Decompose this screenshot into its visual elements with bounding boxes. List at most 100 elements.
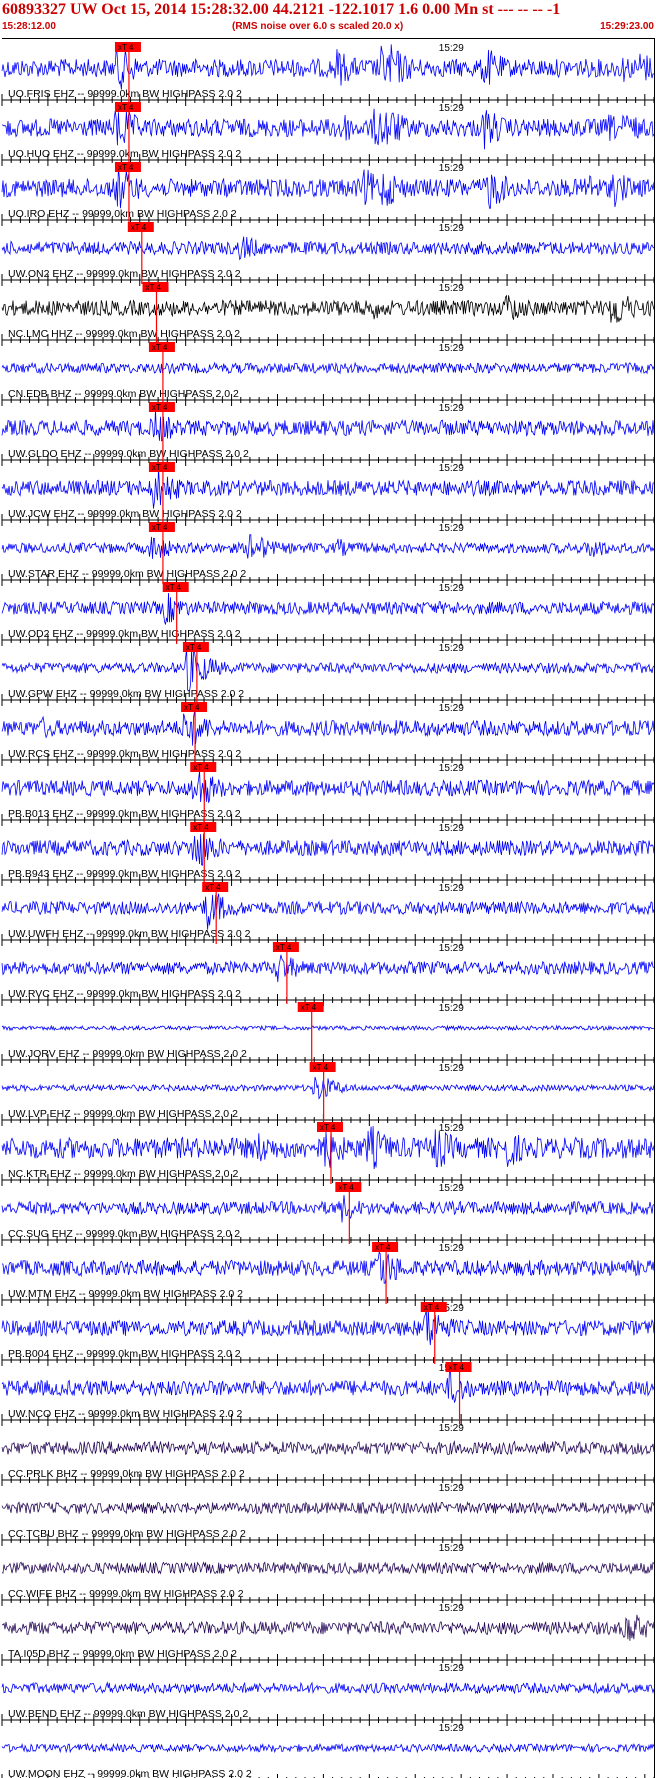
pick-label: xT 4 — [152, 463, 168, 472]
minute-label: 15:29 — [439, 463, 464, 474]
station-label: PB.B004 EHZ -- 99999.0km BW HIGHPASS 2.0… — [8, 1348, 241, 1360]
pick-label: xT 4 — [152, 343, 168, 352]
minute-label: 15:29 — [439, 1483, 464, 1494]
minute-label: 15:29 — [439, 1423, 464, 1434]
noise-note: (RMS noise over 6.0 s scaled 20.0 x) — [232, 21, 404, 32]
waveform-trace — [1, 833, 655, 866]
station-label: NC.KTR EHZ -- 99999.0km BW HIGHPASS 2.0 … — [8, 1168, 238, 1180]
pick-label: xT 4 — [184, 703, 200, 712]
minute-label: 15:29 — [439, 1243, 464, 1254]
minute-label: 15:29 — [439, 1063, 464, 1074]
station-label: UW.GLDO EHZ -- 99999.0km BW HIGHPASS 2.0… — [8, 448, 249, 460]
station-label: CN.EDB BHZ -- 99999.0km BW HIGHPASS 2.0 … — [8, 388, 239, 400]
station-label: CC.PRLK BHZ -- 99999.0km BW HIGHPASS 2.0… — [8, 1468, 245, 1480]
waveform-trace — [1, 1742, 655, 1754]
minute-label: 15:29 — [439, 1723, 464, 1734]
waveform-trace — [1, 467, 655, 509]
minute-label: 15:29 — [439, 1663, 464, 1674]
end-time: 15:29:23.00 — [600, 21, 654, 32]
minute-label: 15:29 — [439, 583, 464, 594]
waveform-trace — [1, 409, 655, 442]
station-label: UW.LVP EHZ -- 99999.0km BW HIGHPASS 2.0 … — [8, 1108, 238, 1120]
minute-label: 15:29 — [439, 763, 464, 774]
station-label: UW.RCS EHZ -- 99999.0km BW HIGHPASS 2.0 … — [8, 748, 241, 760]
waveform-trace — [1, 1251, 655, 1284]
pick-label: xT 4 — [193, 763, 209, 772]
station-label: UW.NCO EHZ -- 99999.0km BW HIGHPASS 2.0 … — [8, 1408, 243, 1420]
minute-label: 15:29 — [439, 43, 464, 54]
waveform-trace — [1, 1368, 655, 1404]
waveform-trace — [1, 108, 655, 150]
waveform-trace — [1, 44, 655, 90]
station-label: NC.LMC HHZ -- 99999.0km BW HIGHPASS 2.0 … — [8, 328, 240, 340]
waveform-trace — [1, 1308, 655, 1346]
waveform-trace — [1, 1681, 655, 1695]
waveform-trace — [1, 1195, 655, 1223]
minute-label: 15:29 — [439, 163, 464, 174]
pick-label: xT 4 — [276, 943, 292, 952]
plot-header: 60893327 UW Oct 15, 2014 15:28:32.00 44.… — [0, 0, 656, 40]
station-label: UW.GPW EHZ -- 99999.0km BW HIGHPASS 2.0 … — [8, 688, 244, 700]
waveform-trace — [1, 236, 655, 261]
station-label: UW.JCW EHZ -- 99999.0km BW HIGHPASS 2.0 … — [8, 508, 242, 520]
minute-label: 15:29 — [439, 1603, 464, 1614]
station-label: UO.FRIS EHZ -- 99999.0km BW HIGHPASS 2.0… — [8, 88, 242, 100]
seismogram-plot: 15:29 UO.FRIS EHZ -- 99999.0km BW HIGHPAS… — [1, 38, 655, 1778]
minute-label: 15:29 — [439, 403, 464, 414]
waveform-trace — [1, 954, 655, 983]
waveform-trace — [1, 1440, 655, 1456]
pick-label: xT 4 — [449, 1363, 465, 1372]
minute-label: 15:29 — [439, 283, 464, 294]
pick-label: xT 4 — [152, 523, 168, 532]
minute-label: 15:29 — [439, 643, 464, 654]
station-label: CC.WIFE BHZ -- 99999.0km BW HIGHPASS 2.0… — [8, 1588, 244, 1600]
pick-label: xT 4 — [152, 403, 168, 412]
waveform-trace — [1, 1614, 655, 1641]
event-title: 60893327 UW Oct 15, 2014 15:28:32.00 44.… — [2, 1, 561, 18]
pick-label: xT 4 — [301, 1003, 317, 1012]
station-label: CC.SUG EHZ -- 99999.0km BW HIGHPASS 2.0 … — [8, 1228, 240, 1240]
minute-label: 15:29 — [439, 883, 464, 894]
pick-label: xT 4 — [118, 43, 134, 52]
waveform-trace — [1, 893, 655, 930]
waveform-trace — [1, 1501, 655, 1515]
pick-label: xT 4 — [313, 1063, 329, 1072]
station-label: UW.OD2 EHZ -- 99999.0km BW HIGHPASS 2.0 … — [8, 628, 241, 640]
station-label: PB.B943 EHZ -- 99999.0km BW HIGHPASS 2.0… — [8, 868, 241, 880]
station-label: UO.HUO EHZ -- 99999.0km BW HIGHPASS 2.0 … — [8, 148, 241, 160]
minute-label: 15:29 — [439, 823, 464, 834]
minute-label: 15:29 — [439, 223, 464, 234]
station-label: UW.BEND EHZ -- 99999.0km BW HIGHPASS 2.0… — [8, 1708, 248, 1720]
pick-label: xT 4 — [205, 883, 221, 892]
pick-label: xT 4 — [118, 103, 134, 112]
station-label: UW.STAR EHZ -- 99999.0km BW HIGHPASS 2.0… — [8, 568, 246, 580]
minute-label: 15:29 — [439, 1183, 464, 1194]
pick-label: xT 4 — [375, 1243, 391, 1252]
start-time: 15:28:12.00 — [2, 21, 56, 32]
waveform-trace — [1, 770, 655, 803]
station-label: UW.ON2 EHZ -- 99999.0km BW HIGHPASS 2.0 … — [8, 268, 241, 280]
waveform-trace — [1, 1024, 655, 1032]
station-label: UW.MOON EHZ -- 99999.0km BW HIGHPASS 2.0… — [8, 1768, 252, 1778]
pick-label: xT 4 — [320, 1123, 336, 1132]
pick-label: xT 4 — [424, 1303, 440, 1312]
minute-label: 15:29 — [439, 1003, 464, 1014]
minute-label: 15:29 — [439, 1543, 464, 1554]
station-label: TA.I05D BHZ -- 99999.0km BW HIGHPASS 2.0… — [8, 1648, 237, 1660]
waveform-trace — [1, 1076, 655, 1100]
waveform-trace — [1, 166, 655, 209]
minute-label: 15:29 — [439, 103, 464, 114]
pick-label: xT 4 — [146, 283, 162, 292]
waveform-trace — [1, 647, 655, 692]
waveform-trace — [1, 592, 655, 625]
station-label: UW.UWFH EHZ -- 99999.0km BW HIGHPASS 2.0… — [8, 928, 251, 940]
minute-label: 15:29 — [439, 943, 464, 954]
pick-label: xT 4 — [186, 643, 202, 652]
station-label: UW.JORV EHZ -- 99999.0km BW HIGHPASS 2.0… — [8, 1048, 247, 1060]
pick-label: xT 4 — [131, 223, 147, 232]
waveform-trace — [1, 361, 655, 375]
station-label: CC.TCBU BHZ -- 99999.0km BW HIGHPASS 2.0… — [8, 1528, 246, 1540]
pick-label: xT 4 — [193, 823, 209, 832]
waveform-trace — [1, 1126, 655, 1170]
pick-label: xT 4 — [166, 583, 182, 592]
